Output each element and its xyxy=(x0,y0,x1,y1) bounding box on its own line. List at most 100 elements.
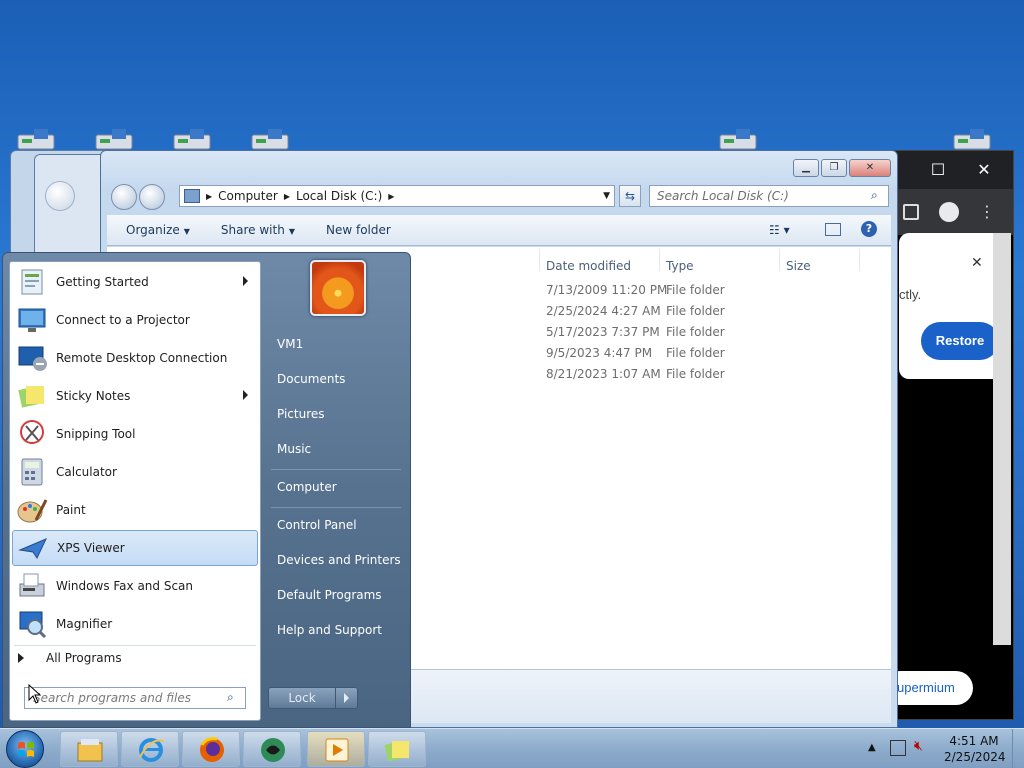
program-connect-projector[interactable]: Connect to a Projector xyxy=(12,302,258,338)
start-pictures-link[interactable]: Pictures xyxy=(277,407,325,421)
forward-button[interactable] xyxy=(139,184,165,210)
close-icon[interactable]: ✕ xyxy=(971,255,983,271)
remote-desktop-icon xyxy=(18,346,47,371)
new-folder-button[interactable]: New folder xyxy=(326,223,391,237)
profile-icon[interactable] xyxy=(939,202,959,222)
user-picture[interactable] xyxy=(310,260,366,316)
shutdown-options-icon[interactable] xyxy=(335,688,357,708)
taskbar-sticky-notes-button[interactable] xyxy=(368,731,426,767)
more-menu-icon[interactable]: ⋮ xyxy=(979,201,995,223)
submenu-arrow-icon[interactable] xyxy=(243,276,248,286)
fax-scan-icon xyxy=(19,573,45,597)
restore-popup: ✕ ctly. Restore xyxy=(899,233,1003,379)
help-icon[interactable]: ? xyxy=(861,221,877,237)
volume-muted-icon[interactable]: 🔇︎ xyxy=(914,738,923,754)
app-icon xyxy=(261,738,285,762)
preview-pane-icon[interactable] xyxy=(825,223,841,236)
row-type: File folder xyxy=(666,325,725,339)
divider xyxy=(14,645,256,646)
share-with-button[interactable]: Share with ▼ xyxy=(221,223,295,237)
action-center-icon[interactable] xyxy=(890,740,906,756)
refresh-button[interactable]: ⇆ xyxy=(619,185,641,207)
taskbar-media-player-button[interactable] xyxy=(307,731,365,767)
row-date: 8/21/2023 1:07 AM xyxy=(546,367,661,381)
breadcrumb-separator-icon: ▶ xyxy=(283,191,290,201)
back-button[interactable] xyxy=(111,184,137,210)
expand-arrow-icon xyxy=(18,653,24,663)
restore-button[interactable]: Restore xyxy=(921,322,999,360)
start-default-programs-link[interactable]: Default Programs xyxy=(277,588,382,602)
start-devices-printers-link[interactable]: Devices and Printers xyxy=(277,553,401,567)
close-button[interactable]: ✕ xyxy=(849,159,891,177)
clock-date: 2/25/2024 xyxy=(944,750,1006,764)
side-panel-icon[interactable] xyxy=(903,204,919,220)
internet-explorer-icon xyxy=(139,738,165,762)
minimize-button[interactable]: ▁ xyxy=(793,159,819,177)
row-type: File folder xyxy=(666,367,725,381)
back-nav-icon[interactable] xyxy=(45,181,75,211)
mouse-cursor-icon xyxy=(28,684,42,704)
search-input[interactable]: Search Local Disk (C:) xyxy=(649,185,889,207)
view-options-icon[interactable]: ☷ ▾ xyxy=(769,223,790,237)
submenu-arrow-icon[interactable] xyxy=(243,390,248,400)
program-xps-viewer[interactable]: XPS Viewer xyxy=(12,530,258,566)
chevron-down-icon[interactable]: ▼ xyxy=(603,191,610,201)
search-icon[interactable]: ⌕ xyxy=(227,690,234,705)
lock-button[interactable]: Lock xyxy=(268,687,358,709)
program-fax-scan[interactable]: Windows Fax and Scan xyxy=(12,568,258,604)
start-button[interactable] xyxy=(6,730,44,768)
program-remote-desktop[interactable]: Remote Desktop Connection xyxy=(12,340,258,376)
search-icon[interactable]: ⌕ xyxy=(871,188,885,202)
clock-time: 4:51 AM xyxy=(949,734,999,748)
organize-button[interactable]: Organize ▼ xyxy=(126,223,190,237)
column-separator xyxy=(659,249,660,271)
restore-window-button[interactable]: ❐ xyxy=(821,159,847,177)
clock[interactable]: 4:51 AM 2/25/2024 xyxy=(944,733,1006,765)
start-computer-link[interactable]: Computer xyxy=(277,480,337,494)
program-getting-started[interactable]: Getting Started xyxy=(12,264,258,300)
chrome-window[interactable]: ☐ ✕ ⋮ ✕ ctly. Restore upermium xyxy=(880,150,1014,720)
snipping-tool-icon xyxy=(20,420,44,444)
firefox-icon xyxy=(200,737,224,762)
start-documents-link[interactable]: Documents xyxy=(277,372,345,386)
taskbar-app-button[interactable] xyxy=(243,731,301,767)
row-date: 5/17/2023 7:37 PM xyxy=(546,325,660,339)
start-control-panel-link[interactable]: Control Panel xyxy=(277,518,357,532)
start-help-support-link[interactable]: Help and Support xyxy=(277,623,382,637)
taskbar-firefox-button[interactable] xyxy=(182,731,240,767)
program-magnifier[interactable]: Magnifier xyxy=(12,606,258,642)
column-size[interactable]: Size xyxy=(786,259,811,273)
taskbar-ie-button[interactable] xyxy=(121,731,179,767)
column-separator xyxy=(539,249,540,271)
column-date-modified[interactable]: Date modified xyxy=(546,259,631,273)
start-search-input[interactable]: Search programs and files xyxy=(24,687,246,709)
start-menu: Getting Started Connect to a Projector R… xyxy=(2,252,411,728)
program-snipping-tool[interactable]: Snipping Tool xyxy=(12,416,258,452)
column-type[interactable]: Type xyxy=(666,259,694,273)
popup-text: ctly. xyxy=(899,287,922,302)
all-programs-button[interactable]: All Programs xyxy=(18,651,122,665)
xps-viewer-icon xyxy=(18,538,48,560)
program-calculator[interactable]: Calculator xyxy=(12,454,258,490)
divider xyxy=(271,507,401,508)
chrome-titlebar[interactable]: ☐ ✕ xyxy=(881,151,1013,189)
maximize-icon[interactable]: ☐ xyxy=(927,159,949,181)
show-desktop-button[interactable] xyxy=(1012,729,1024,768)
getting-started-icon xyxy=(21,269,43,295)
close-icon[interactable]: ✕ xyxy=(973,159,995,181)
address-bar[interactable]: ▶ Computer ▶ Local Disk (C:) ▶ ▼ xyxy=(179,185,615,207)
show-hidden-icons-icon[interactable]: ▲ xyxy=(868,742,876,753)
command-bar: Organize ▼ Share with ▼ New folder ☷ ▾ ? xyxy=(107,215,891,246)
sticky-notes-icon xyxy=(18,386,44,408)
breadcrumb-local-disk[interactable]: Local Disk (C:) xyxy=(296,189,382,203)
breadcrumb-computer[interactable]: Computer xyxy=(218,189,278,203)
row-date: 7/13/2009 11:20 PM xyxy=(546,283,668,297)
scrollbar[interactable] xyxy=(993,233,1011,645)
windows-logo-icon xyxy=(18,742,34,757)
program-paint[interactable]: Paint xyxy=(12,492,258,528)
start-music-link[interactable]: Music xyxy=(277,442,311,456)
projector-icon xyxy=(18,308,46,332)
taskbar-explorer-button[interactable] xyxy=(60,731,118,767)
start-user-link[interactable]: VM1 xyxy=(277,337,303,351)
program-sticky-notes[interactable]: Sticky Notes xyxy=(12,378,258,414)
